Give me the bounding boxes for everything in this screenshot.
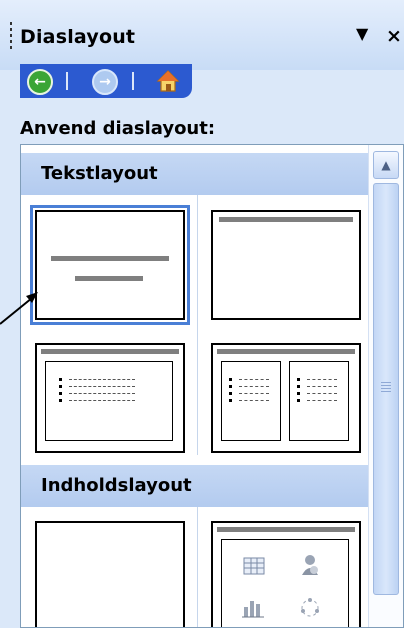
group-header-label: Tekstlayout bbox=[41, 163, 158, 184]
scroll-up-button[interactable]: ▲ bbox=[373, 151, 399, 179]
vertical-scrollbar[interactable]: ▲ bbox=[368, 145, 403, 627]
group-header-label: Indholdslayout bbox=[41, 475, 192, 496]
clip-art-icon bbox=[302, 555, 318, 575]
navigation-toolbar: ← → bbox=[20, 64, 192, 98]
scrollbar-thumb[interactable] bbox=[373, 183, 399, 595]
task-pane-title: Diaslayout bbox=[20, 26, 136, 48]
group-header-indholdslayout: Indholdslayout bbox=[21, 465, 369, 507]
diagram-icon bbox=[301, 598, 319, 617]
layout-title-and-text[interactable] bbox=[35, 343, 185, 453]
slide-layout-list: Tekstlayout Indholdslayout ▲ bbox=[20, 144, 404, 628]
pointer-arrow-icon bbox=[0, 292, 38, 325]
toolbar-divider bbox=[66, 72, 68, 90]
drag-grip[interactable] bbox=[10, 22, 13, 52]
home-button[interactable] bbox=[156, 69, 180, 93]
back-button[interactable]: ← bbox=[27, 69, 53, 95]
section-label: Anvend diaslayout: bbox=[20, 118, 216, 139]
group-header-tekstlayout: Tekstlayout bbox=[21, 153, 369, 195]
layout-title-and-two-column-text[interactable] bbox=[211, 343, 361, 453]
task-pane-title-bar: Diaslayout ▼ × bbox=[0, 0, 404, 70]
toolbar-divider bbox=[132, 72, 134, 90]
column-divider bbox=[197, 507, 198, 627]
chevron-up-icon: ▲ bbox=[381, 158, 391, 172]
layout-title-only[interactable] bbox=[211, 210, 361, 320]
forward-button[interactable]: → bbox=[92, 69, 118, 95]
task-pane: Diaslayout ▼ × ← → Anvend diaslayout: Te… bbox=[0, 0, 404, 628]
dropdown-triangle-icon[interactable]: ▼ bbox=[356, 24, 368, 43]
layout-blank[interactable] bbox=[35, 521, 185, 627]
forward-arrow-icon: → bbox=[99, 74, 111, 90]
chart-icon bbox=[242, 601, 264, 618]
back-arrow-icon: ← bbox=[34, 74, 46, 90]
layout-title-and-content[interactable] bbox=[211, 521, 361, 627]
table-icon bbox=[243, 557, 265, 575]
close-button[interactable]: × bbox=[386, 25, 402, 47]
layout-title-slide[interactable] bbox=[30, 205, 190, 325]
column-divider bbox=[197, 195, 198, 455]
home-icon bbox=[156, 70, 180, 92]
